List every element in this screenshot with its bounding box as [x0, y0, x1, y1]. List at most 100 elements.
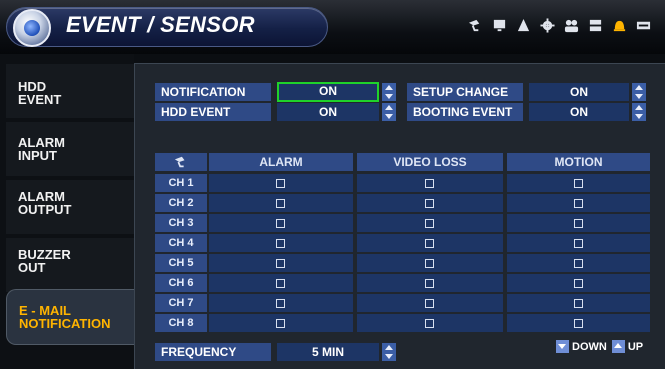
row-label: CH 7	[155, 294, 207, 312]
sidebar-item-label: BUZZER OUT	[18, 247, 71, 275]
checkbox[interactable]	[574, 199, 583, 208]
header-bar: EVENT / SENSOR	[0, 0, 665, 54]
checkbox[interactable]	[425, 319, 434, 328]
alarm-cell[interactable]	[209, 294, 353, 312]
checkbox[interactable]	[276, 219, 285, 228]
checkbox[interactable]	[276, 299, 285, 308]
sidebar-item-buzzer-out[interactable]: BUZZER OUT	[6, 238, 134, 292]
checkbox[interactable]	[425, 299, 434, 308]
checkbox[interactable]	[574, 179, 583, 188]
motion-cell[interactable]	[507, 174, 650, 192]
event-sensor-screen: EVENT / SENSOR HDD EVENT ALARM INPUT ALA…	[0, 0, 665, 369]
video-loss-cell[interactable]	[357, 234, 503, 252]
row-label: CH 1	[155, 174, 207, 192]
booting-event-spinner[interactable]	[632, 103, 646, 121]
alarm-cell[interactable]	[209, 314, 353, 332]
checkbox[interactable]	[276, 179, 285, 188]
video-loss-cell[interactable]	[357, 174, 503, 192]
setup-change-value[interactable]: ON	[529, 83, 629, 101]
hdd-event-spinner[interactable]	[382, 103, 396, 121]
setup-change-spinner[interactable]	[632, 83, 646, 101]
alarm-cell[interactable]	[209, 174, 353, 192]
motion-cell[interactable]	[507, 194, 650, 212]
row-label: CH 8	[155, 314, 207, 332]
row-label: CH 4	[155, 234, 207, 252]
motion-cell[interactable]	[507, 274, 650, 292]
motion-cell[interactable]	[507, 214, 650, 232]
sidebar-item-alarm-output[interactable]: ALARM OUTPUT	[6, 180, 134, 234]
camera-icon	[174, 156, 185, 168]
notification-spinner[interactable]	[382, 83, 396, 101]
checkbox[interactable]	[425, 259, 434, 268]
checkbox[interactable]	[425, 279, 434, 288]
row-label: CH 5	[155, 254, 207, 272]
sidebar: HDD EVENT ALARM INPUT ALARM OUTPUT BUZZE…	[0, 54, 134, 369]
notification-value[interactable]: ON	[277, 82, 379, 102]
monitor-icon[interactable]	[492, 18, 507, 33]
checkbox[interactable]	[574, 319, 583, 328]
sidebar-item-hdd-event[interactable]: HDD EVENT	[6, 64, 134, 118]
alarm-cell[interactable]	[209, 254, 353, 272]
motion-cell[interactable]	[507, 294, 650, 312]
sidebar-item-label: ALARM INPUT	[18, 135, 65, 163]
setup-change-label: SETUP CHANGE	[407, 83, 523, 101]
up-arrow-icon	[611, 340, 625, 353]
checkbox[interactable]	[574, 239, 583, 248]
checkbox[interactable]	[276, 319, 285, 328]
network-icon[interactable]	[636, 18, 651, 33]
sidebar-item-alarm-input[interactable]: ALARM INPUT	[6, 122, 134, 176]
motion-cell[interactable]	[507, 314, 650, 332]
frequency-spinner[interactable]	[382, 343, 396, 361]
frequency-value[interactable]: 5 MIN	[277, 343, 379, 361]
checkbox[interactable]	[425, 239, 434, 248]
checkbox[interactable]	[425, 179, 434, 188]
row-label: CH 2	[155, 194, 207, 212]
sidebar-item-label: HDD EVENT	[18, 79, 62, 107]
notification-label: NOTIFICATION	[155, 83, 271, 101]
video-loss-cell[interactable]	[357, 194, 503, 212]
checkbox[interactable]	[574, 279, 583, 288]
checkbox[interactable]	[574, 299, 583, 308]
down-arrow-icon	[556, 340, 569, 353]
checkbox[interactable]	[425, 219, 434, 228]
alarm-cell[interactable]	[209, 194, 353, 212]
bell-icon[interactable]	[612, 18, 627, 33]
video-loss-cell[interactable]	[357, 214, 503, 232]
header-icon-strip	[468, 18, 651, 33]
checkbox[interactable]	[276, 239, 285, 248]
column-header-video-loss: VIDEO LOSS	[357, 153, 503, 171]
alarm-cell[interactable]	[209, 214, 353, 232]
camera-icon[interactable]	[468, 18, 483, 33]
up-legend-label: UP	[627, 340, 644, 353]
alarm-cell[interactable]	[209, 234, 353, 252]
checkbox[interactable]	[574, 219, 583, 228]
motion-cell[interactable]	[507, 234, 650, 252]
column-header-alarm: ALARM	[209, 153, 353, 171]
down-legend-label: DOWN	[572, 340, 607, 353]
sidebar-item-email-notification[interactable]: E - MAIL NOTIFICATION	[6, 289, 134, 345]
storage-icon[interactable]	[588, 18, 603, 33]
checkbox[interactable]	[425, 199, 434, 208]
gear-icon[interactable]	[540, 18, 555, 33]
video-loss-cell[interactable]	[357, 294, 503, 312]
sidebar-item-label: E - MAIL NOTIFICATION	[19, 303, 111, 331]
alarm-cell[interactable]	[209, 274, 353, 292]
video-loss-cell[interactable]	[357, 254, 503, 272]
booting-event-label: BOOTING EVENT	[407, 103, 523, 121]
users-icon[interactable]	[564, 18, 579, 33]
alarm-cone-icon[interactable]	[516, 18, 531, 33]
hdd-event-value[interactable]: ON	[277, 103, 379, 121]
frequency-label: FREQUENCY	[155, 343, 271, 361]
checkbox[interactable]	[276, 279, 285, 288]
checkbox[interactable]	[276, 259, 285, 268]
hdd-event-label: HDD EVENT	[155, 103, 271, 121]
column-header-motion: MOTION	[507, 153, 650, 171]
video-loss-cell[interactable]	[357, 274, 503, 292]
row-label: CH 6	[155, 274, 207, 292]
checkbox[interactable]	[574, 259, 583, 268]
sidebar-item-label: ALARM OUTPUT	[18, 189, 72, 217]
motion-cell[interactable]	[507, 254, 650, 272]
checkbox[interactable]	[276, 199, 285, 208]
video-loss-cell[interactable]	[357, 314, 503, 332]
booting-event-value[interactable]: ON	[529, 103, 629, 121]
